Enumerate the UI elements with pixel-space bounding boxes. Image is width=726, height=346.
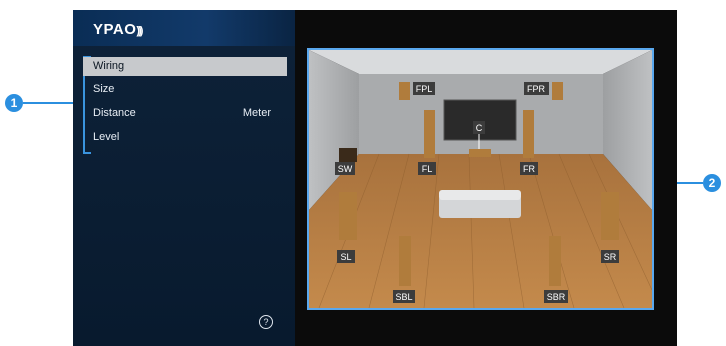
menu-item-value: Meter	[242, 107, 271, 119]
speaker-label-sbl: SBL	[395, 292, 412, 302]
speaker-label-sw: SW	[338, 164, 353, 174]
speaker-label-fpr: FPR	[527, 84, 546, 94]
menu-item-label: Distance	[93, 107, 136, 119]
menu-panel: YPAO))) Wiring Size Distance Meter Level…	[73, 10, 295, 346]
speaker-layout-frame: FPL FPR C FL FR SW SL SR SBL SBR	[307, 48, 654, 310]
callout-2: 2	[703, 174, 721, 192]
menu-item-label: Size	[93, 83, 115, 95]
menu-item-size[interactable]: Size	[83, 80, 287, 99]
speaker-label-sl: SL	[340, 252, 351, 262]
speaker-sr: SR	[601, 192, 619, 263]
speaker-layout-diagram: FPL FPR C FL FR SW SL SR SBL SBR	[309, 50, 653, 309]
ceiling	[309, 50, 652, 74]
menu-item-level[interactable]: Level	[83, 128, 287, 147]
logo-bar: YPAO)))	[73, 10, 295, 46]
speaker-label-sbr: SBR	[547, 292, 566, 302]
speaker-label-c: C	[476, 123, 483, 133]
speaker-label-fr: FR	[523, 164, 535, 174]
ypao-logo: YPAO)))	[93, 21, 143, 38]
speaker-sl: SL	[337, 192, 357, 263]
wood-floor	[309, 154, 652, 308]
speaker-label-fpl: FPL	[416, 84, 433, 94]
speaker-label-sr: SR	[604, 252, 617, 262]
menu-item-wiring[interactable]: Wiring	[83, 57, 287, 76]
callout-1: 1	[5, 94, 23, 112]
help-icon[interactable]: ?	[259, 315, 273, 329]
menu-item-label: Level	[93, 131, 120, 143]
speaker-label-fl: FL	[422, 164, 433, 174]
menu-item-label: Wiring	[93, 60, 125, 72]
menu-item-distance[interactable]: Distance Meter	[83, 104, 287, 123]
